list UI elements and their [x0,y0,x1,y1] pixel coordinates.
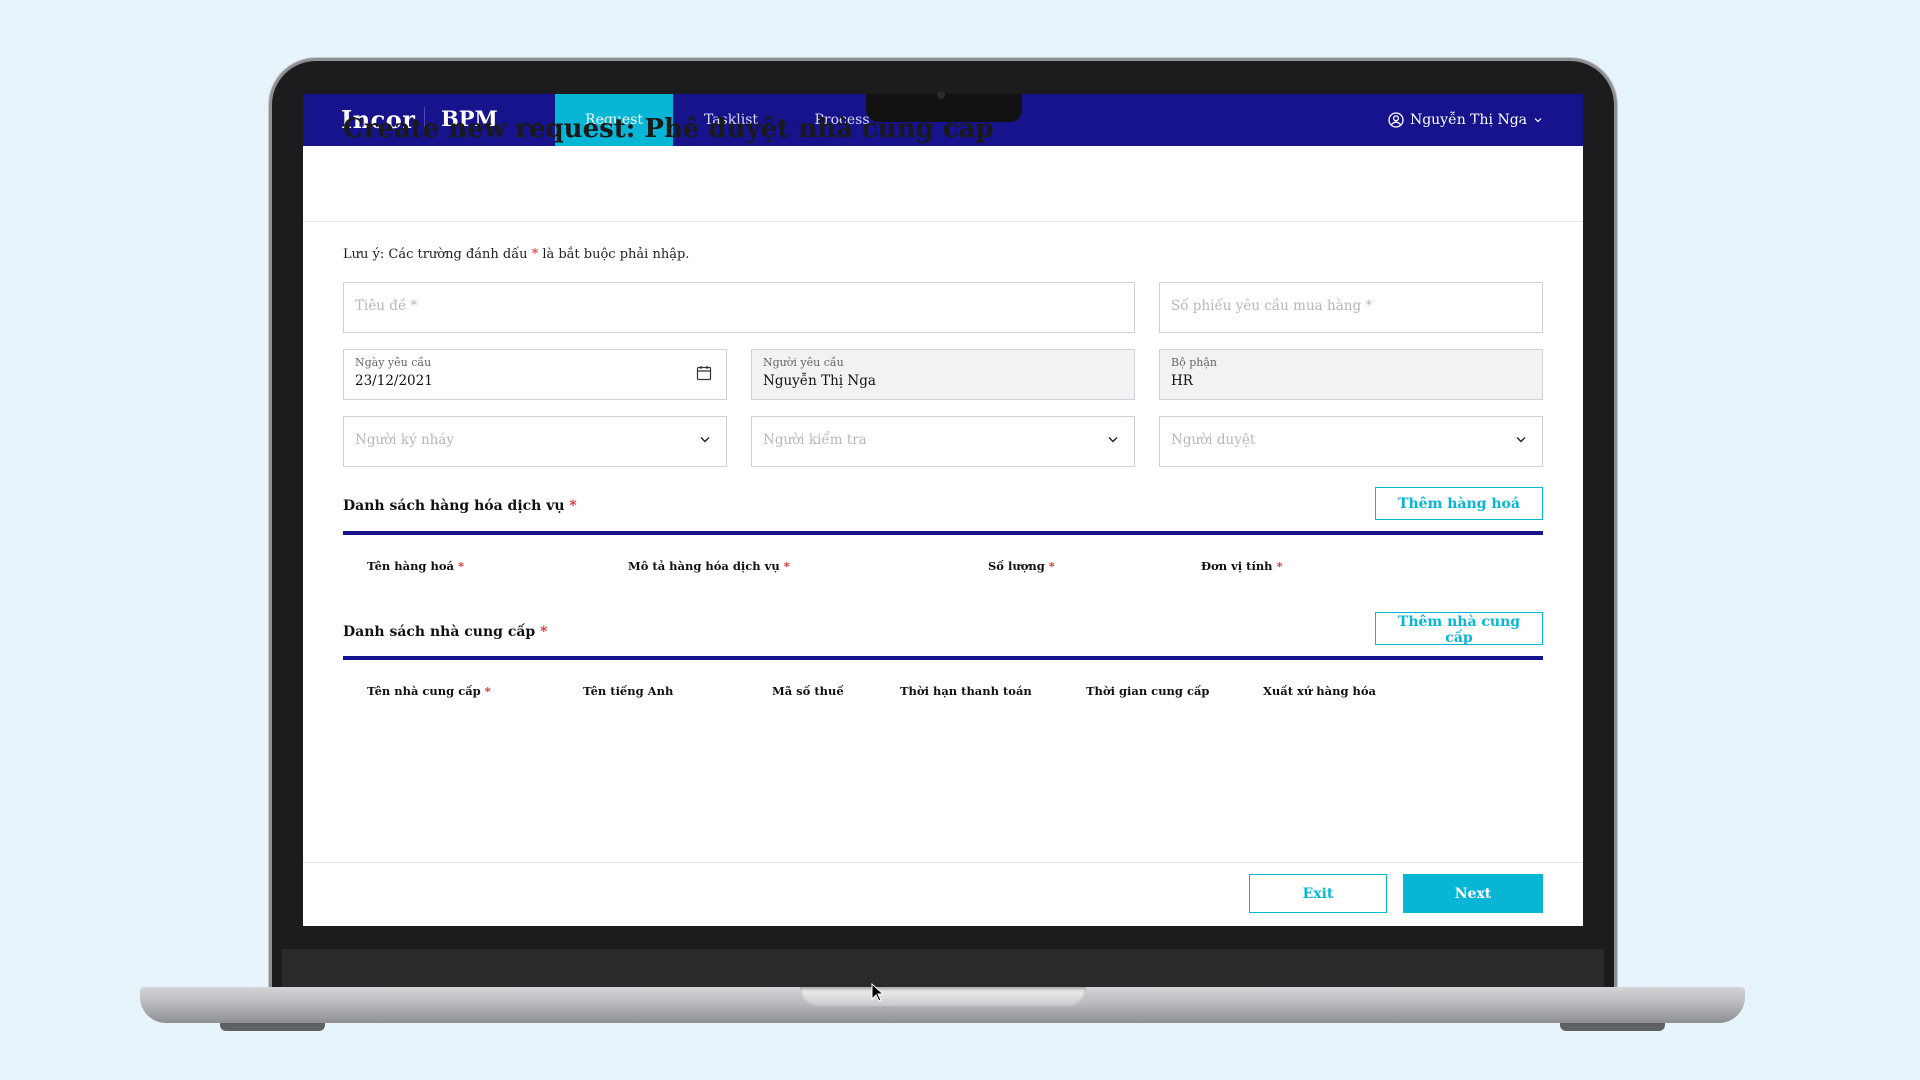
requester-field: Người yêu cầu Nguyễn Thị Nga [751,349,1135,400]
required-star: * [783,559,790,573]
requester-label: Người yêu cầu [763,356,844,369]
initialer-select[interactable]: Người ký nháy [343,416,727,467]
calendar-icon[interactable] [696,365,712,385]
required-star: * [484,684,491,698]
required-star: * [540,624,548,640]
supplier-col-tax-code: Mã số thuế [772,684,844,698]
col-label: Đơn vị tính [1201,559,1273,573]
camera-icon [937,91,945,99]
add-supplier-button[interactable]: Thêm nhà cung cấp [1375,612,1543,646]
required-note: Lưu ý: Các trường đánh dấu * là bắt buộc… [343,247,689,262]
chevron-down-icon [1514,432,1528,450]
goods-section-title: Danh sách hàng hóa dịch vụ * [343,498,577,514]
required-star: * [1276,559,1283,573]
request-date-field[interactable]: Ngày yêu cầu 23/12/2021 [343,349,727,400]
required-star: * [569,498,577,514]
laptop-opening-groove [800,987,1086,1006]
laptop-foot-left [220,1023,325,1031]
checker-placeholder: Người kiểm tra [763,432,867,448]
goods-col-unit: Đơn vị tính * [1201,559,1283,573]
request-date-value: 23/12/2021 [355,373,433,389]
po-number-placeholder: Số phiếu yêu cầu mua hàng * [1171,298,1373,314]
camera-notch [866,94,1022,122]
col-label: Số lượng [988,559,1045,573]
initialer-placeholder: Người ký nháy [355,432,455,448]
supplier-col-origin: Xuất xứ hàng hóa [1263,684,1376,698]
chevron-down-icon [1106,432,1120,450]
approver-placeholder: Người duyệt [1171,432,1256,448]
supplier-col-name: Tên nhà cung cấp * [367,684,491,698]
app-screen: Incor BPM Request Tasklist Process Nguyễ… [303,94,1583,926]
col-label: Tên hàng hoá [367,559,454,573]
po-number-input[interactable]: Số phiếu yêu cầu mua hàng * [1159,282,1543,333]
supplier-col-supply-time: Thời gian cung cấp [1086,684,1210,698]
title-input[interactable]: Tiêu đề * [343,282,1135,333]
goods-section-rule [343,531,1543,535]
supplier-col-english-name: Tên tiếng Anh [583,684,674,698]
suppliers-section-rule [343,656,1543,660]
goods-col-name: Tên hàng hoá * [367,559,464,573]
exit-button[interactable]: Exit [1249,874,1387,913]
suppliers-title-text: Danh sách nhà cung cấp [343,624,536,640]
suppliers-section-title: Danh sách nhà cung cấp * [343,624,547,640]
next-button[interactable]: Next [1403,874,1543,913]
requester-value: Nguyễn Thị Nga [763,373,876,389]
title-placeholder: Tiêu đề * [355,298,418,314]
goods-col-description: Mô tả hàng hóa dịch vụ * [628,559,790,573]
checker-select[interactable]: Người kiểm tra [751,416,1135,467]
add-goods-button[interactable]: Thêm hàng hoá [1375,487,1543,520]
required-star: * [1048,559,1055,573]
goods-col-quantity: Số lượng * [988,559,1055,573]
laptop-foot-right [1560,1023,1665,1031]
chevron-down-icon [698,432,712,450]
laptop-chin [282,949,1604,989]
footer-divider [303,862,1583,863]
note-prefix: Lưu ý: Các trường đánh dấu [343,247,532,262]
approver-select[interactable]: Người duyệt [1159,416,1543,467]
department-field: Bộ phận HR [1159,349,1543,400]
user-circle-icon [1388,112,1404,128]
header-divider [303,221,1583,222]
col-label: Mô tả hàng hóa dịch vụ [628,559,780,573]
mouse-pointer-icon [871,983,885,1002]
department-value: HR [1171,373,1193,389]
col-label: Tên nhà cung cấp [367,684,481,698]
supplier-col-payment-term: Thời hạn thanh toán [900,684,1032,698]
department-label: Bộ phận [1171,356,1217,369]
required-star: * [457,559,464,573]
note-suffix: là bắt buộc phải nhập. [538,247,690,262]
goods-title-text: Danh sách hàng hóa dịch vụ [343,498,565,514]
request-date-label: Ngày yêu cầu [355,356,432,369]
step-indicator: Bước 1/2 [1467,120,1543,140]
